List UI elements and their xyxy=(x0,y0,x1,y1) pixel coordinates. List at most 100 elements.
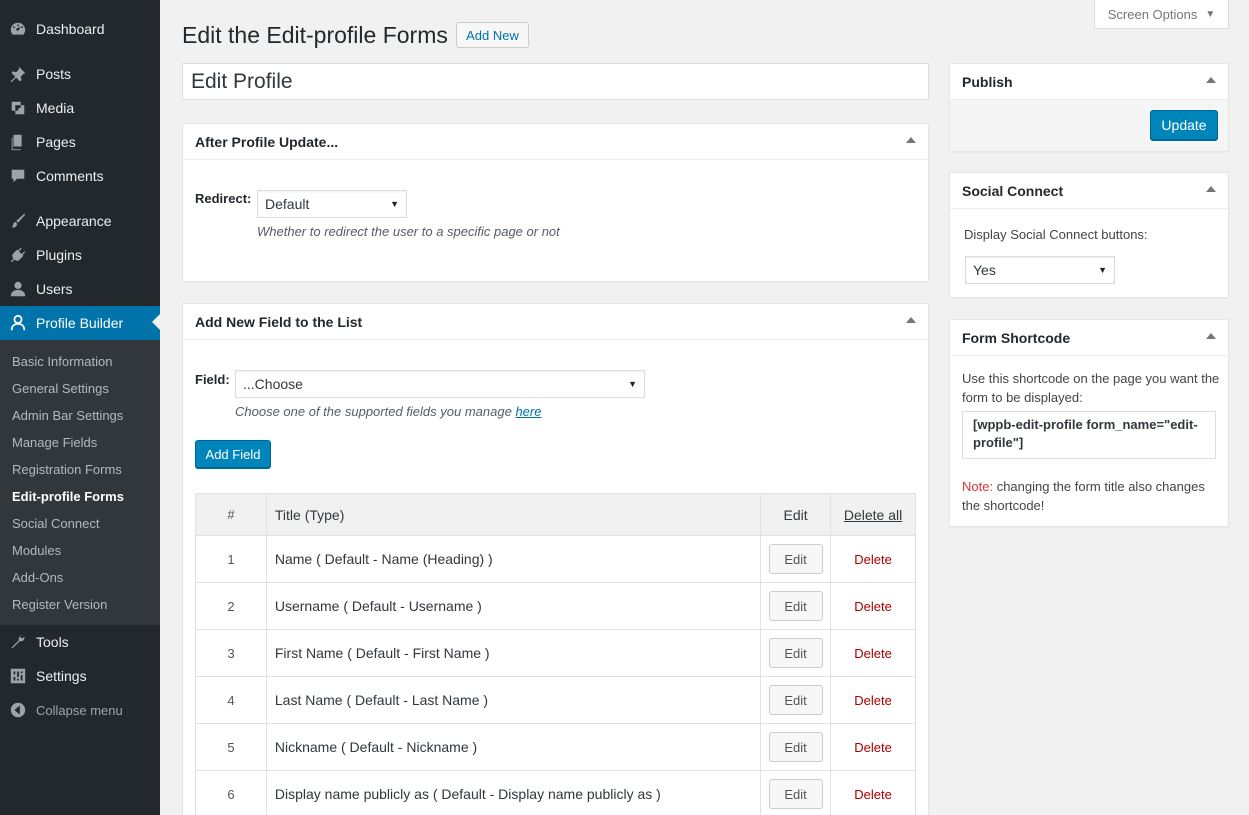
screen-options-button[interactable]: Screen Options ▼ xyxy=(1094,0,1229,29)
profile-builder-submenu: Basic Information General Settings Admin… xyxy=(0,340,160,625)
submenu-register-version[interactable]: Register Version xyxy=(12,597,107,612)
delete-link[interactable]: Delete xyxy=(854,646,892,661)
row-title: Username ( Default - Username ) xyxy=(265,582,762,630)
field-hint-text: Choose one of the supported fields you m… xyxy=(235,404,512,419)
collapse-toggle-icon[interactable] xyxy=(906,317,916,323)
redirect-select[interactable]: Default ▼ xyxy=(257,190,407,218)
table-row: 2 Username ( Default - Username ) Edit D… xyxy=(195,582,916,630)
sidebar-item-comments[interactable]: Comments xyxy=(0,159,160,193)
edit-button[interactable]: Edit xyxy=(768,685,823,715)
submenu-admin-bar-settings[interactable]: Admin Bar Settings xyxy=(12,408,123,423)
row-number: 2 xyxy=(195,582,267,630)
note-text: changing the form title also changes the… xyxy=(962,479,1205,513)
sidebar-item-dashboard[interactable]: Dashboard xyxy=(0,12,160,46)
shortcode-field[interactable]: [wppb-edit-profile form_name="edit-profi… xyxy=(962,411,1216,459)
row-delete-cell: Delete xyxy=(830,535,916,583)
delete-all-link[interactable]: Delete all xyxy=(844,507,902,523)
postbox-title: After Profile Update... xyxy=(195,133,339,150)
shortcode-intro: Use this shortcode on the page you want … xyxy=(962,371,1220,405)
sidebar-item-label: Pages xyxy=(36,134,76,150)
table-row: 3 First Name ( Default - First Name ) Ed… xyxy=(195,629,916,677)
plugin-icon xyxy=(0,246,36,264)
pages-icon xyxy=(0,133,36,151)
field-hint-link[interactable]: here xyxy=(515,404,541,419)
sidebar-item-posts[interactable]: Posts xyxy=(0,57,160,91)
shortcode-note: Note: changing the form title also chang… xyxy=(962,477,1220,515)
submenu-social-connect[interactable]: Social Connect xyxy=(12,516,99,531)
delete-link[interactable]: Delete xyxy=(854,787,892,802)
sidebar-item-profile-builder[interactable]: Profile Builder xyxy=(0,306,160,340)
sidebar-item-media[interactable]: Media xyxy=(0,91,160,125)
collapse-toggle-icon[interactable] xyxy=(1206,77,1216,83)
row-edit-cell: Edit xyxy=(760,723,832,771)
admin-sidebar: Dashboard Posts Media Pages Comments App… xyxy=(0,0,160,815)
edit-button[interactable]: Edit xyxy=(768,638,823,668)
delete-link[interactable]: Delete xyxy=(854,693,892,708)
submenu-basic-information[interactable]: Basic Information xyxy=(12,354,112,369)
row-edit-cell: Edit xyxy=(760,676,832,724)
collapse-menu-button[interactable]: Collapse menu xyxy=(0,693,160,727)
sidebar-item-tools[interactable]: Tools xyxy=(0,625,160,659)
add-field-button[interactable]: Add Field xyxy=(195,440,271,468)
row-delete-cell: Delete xyxy=(830,582,916,630)
dashboard-icon xyxy=(0,20,36,38)
sidebar-item-plugins[interactable]: Plugins xyxy=(0,238,160,272)
submenu-edit-profile-forms[interactable]: Edit-profile Forms xyxy=(12,489,124,504)
field-hint: Choose one of the supported fields you m… xyxy=(235,404,541,419)
postbox-header: Publish xyxy=(950,64,1228,100)
brush-icon xyxy=(0,212,36,230)
pin-icon xyxy=(0,65,36,83)
submenu-modules[interactable]: Modules xyxy=(12,543,61,558)
sidebar-item-label: Profile Builder xyxy=(36,315,124,331)
social-connect-select[interactable]: Yes ▼ xyxy=(965,256,1115,284)
edit-button[interactable]: Edit xyxy=(768,779,823,809)
row-number: 3 xyxy=(195,629,267,677)
collapse-toggle-icon[interactable] xyxy=(906,137,916,143)
edit-button[interactable]: Edit xyxy=(768,591,823,621)
fields-table: # Title (Type) Edit Delete all 1 Name ( … xyxy=(195,493,916,815)
redirect-select-value: Default xyxy=(265,196,310,212)
sidebar-item-label: Collapse menu xyxy=(36,702,123,718)
collapse-toggle-icon[interactable] xyxy=(1206,186,1216,192)
column-header-edit: Edit xyxy=(760,493,832,536)
page-title: Edit the Edit-profile Forms xyxy=(182,22,448,48)
row-number: 1 xyxy=(195,535,267,583)
redirect-hint: Whether to redirect the user to a specif… xyxy=(257,224,560,239)
sidebar-item-appearance[interactable]: Appearance xyxy=(0,204,160,238)
postbox-title: Add New Field to the List xyxy=(195,313,363,330)
delete-link[interactable]: Delete xyxy=(854,599,892,614)
delete-link[interactable]: Delete xyxy=(854,740,892,755)
form-title-input[interactable] xyxy=(182,63,929,100)
edit-button[interactable]: Edit xyxy=(768,732,823,762)
table-row: 4 Last Name ( Default - Last Name ) Edit… xyxy=(195,676,916,724)
row-delete-cell: Delete xyxy=(830,723,916,771)
social-connect-select-value: Yes xyxy=(973,262,996,278)
sidebar-item-settings[interactable]: Settings xyxy=(0,659,160,693)
submenu-manage-fields[interactable]: Manage Fields xyxy=(12,435,97,450)
delete-link[interactable]: Delete xyxy=(854,552,892,567)
row-title: First Name ( Default - First Name ) xyxy=(265,629,762,677)
add-new-button[interactable]: Add New xyxy=(456,22,529,48)
postbox-title: Social Connect xyxy=(962,182,1064,199)
table-row: 6 Display name publicly as ( Default - D… xyxy=(195,770,916,815)
update-button[interactable]: Update xyxy=(1150,110,1218,140)
submenu-general-settings[interactable]: General Settings xyxy=(12,381,109,396)
sidebar-item-pages[interactable]: Pages xyxy=(0,125,160,159)
row-title: Name ( Default - Name (Heading) ) xyxy=(265,535,762,583)
submenu-add-ons[interactable]: Add-Ons xyxy=(12,570,63,585)
note-label: Note: xyxy=(962,479,994,494)
redirect-label: Redirect: xyxy=(195,191,252,206)
sidebar-item-label: Tools xyxy=(36,634,69,650)
sidebar-item-users[interactable]: Users xyxy=(0,272,160,306)
sidebar-item-label: Users xyxy=(36,281,73,297)
submenu-registration-forms[interactable]: Registration Forms xyxy=(12,462,122,477)
sidebar-item-label: Media xyxy=(36,100,75,116)
row-edit-cell: Edit xyxy=(760,582,832,630)
table-row: 1 Name ( Default - Name (Heading) ) Edit… xyxy=(195,535,916,583)
row-delete-cell: Delete xyxy=(830,629,916,677)
field-select[interactable]: ...Choose ▼ xyxy=(235,370,645,398)
users-icon xyxy=(0,280,36,298)
collapse-toggle-icon[interactable] xyxy=(1206,333,1216,339)
edit-button[interactable]: Edit xyxy=(768,544,823,574)
row-number: 4 xyxy=(195,676,267,724)
